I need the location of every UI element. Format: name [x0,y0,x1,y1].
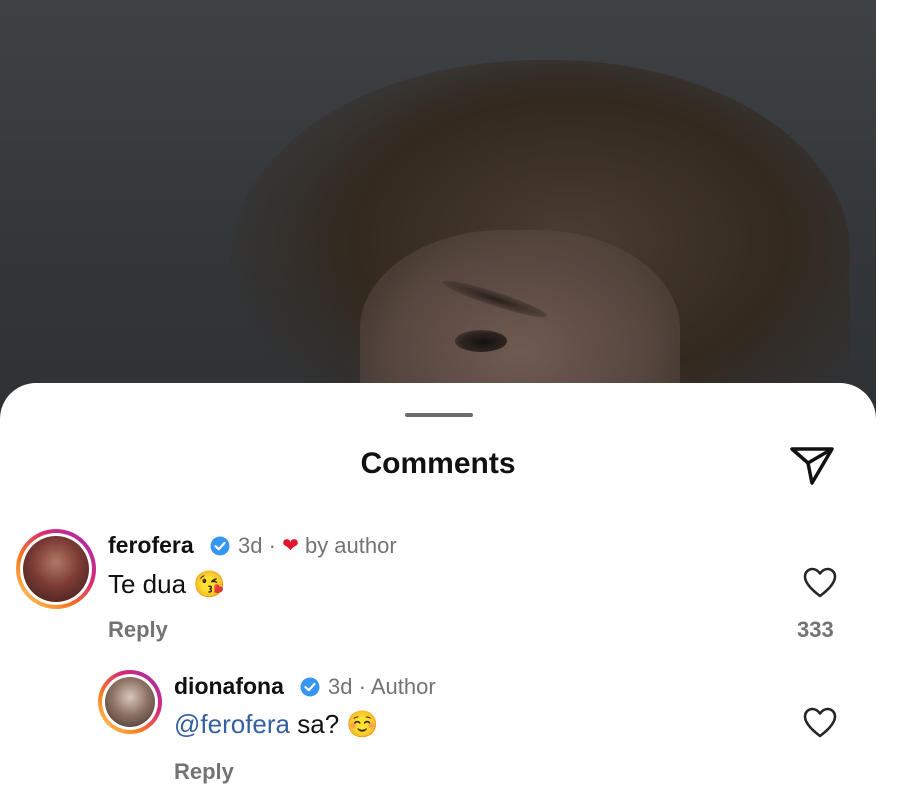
liked-by-author: by author [304,533,397,558]
comment-text: Te dua 😘 [108,569,226,599]
meta-separator: · [358,674,366,699]
reply-button[interactable]: Reply [108,617,168,643]
emoji: ☺️ [346,709,379,739]
heart-outline-icon[interactable] [803,707,837,739]
mention-link[interactable]: @ferofera [174,709,290,739]
comment-meta: 3d · Author [328,674,436,700]
comment-username[interactable]: ferofera [108,532,194,559]
author-label: Author [370,674,436,699]
like-count: 333 [797,617,834,642]
sheet-title: Comments [360,447,516,480]
comment-item: ferofera 3d · ❤ by author Te dua 😘 Reply… [0,523,876,653]
comments-sheet: Comments ferofera 3d · ❤ by author Te du… [0,383,876,785]
verified-badge-icon [210,536,230,556]
comment-text: @ferofera sa? ☺️ [174,709,379,739]
heart-filled-icon: ❤ [282,535,299,557]
emoji: 😘 [193,569,226,599]
meta-separator: · [268,533,276,558]
paper-plane-icon[interactable] [788,443,836,487]
avatar[interactable] [98,670,162,734]
heart-outline-icon[interactable] [803,567,837,599]
comment-time: 3d [238,533,263,558]
comment-time: 3d [328,674,353,699]
comment-meta: 3d · ❤ by author [238,533,397,559]
avatar[interactable] [16,529,96,609]
verified-badge-icon [300,677,320,697]
comment-username[interactable]: dionafona [174,673,284,700]
reply-button[interactable]: Reply [174,759,234,785]
drag-handle[interactable] [405,413,473,417]
comment-item: dionafona 3d · Author @ferofera sa? ☺️ R… [0,665,876,785]
